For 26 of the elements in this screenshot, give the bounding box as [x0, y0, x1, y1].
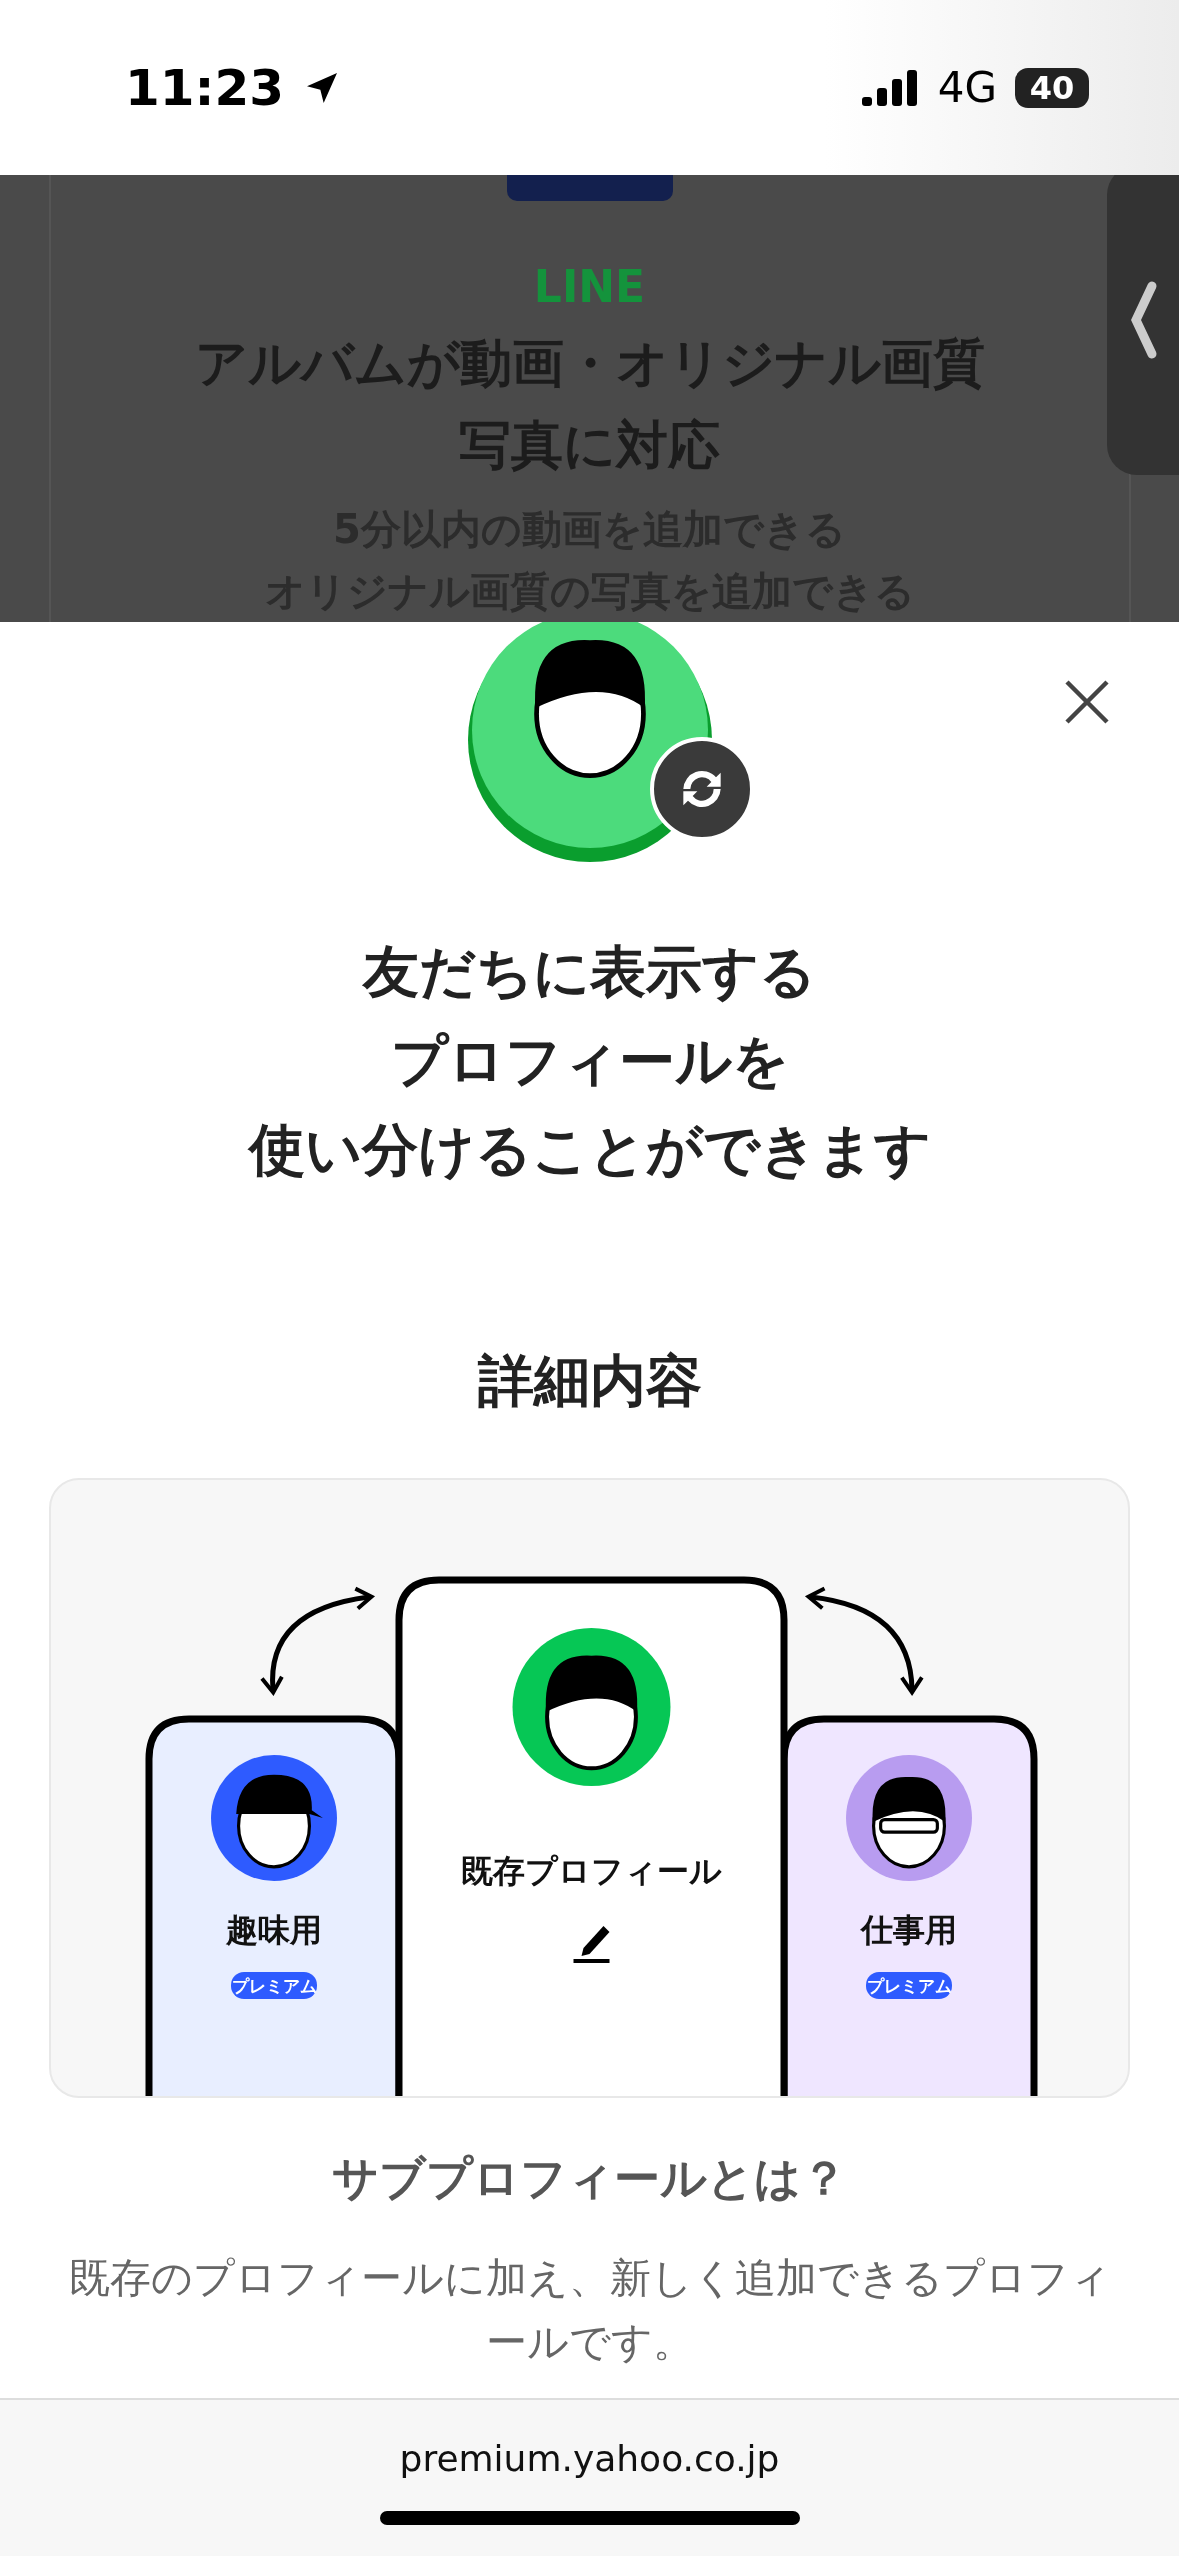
person-icon — [872, 1777, 946, 1869]
battery-indicator: 40 — [1015, 67, 1089, 108]
subheading: サブプロフィールとは？ — [332, 2150, 847, 2207]
status-time: 11:23 — [125, 58, 285, 117]
profile-label: 仕事用 — [861, 1911, 957, 1949]
person-icon — [545, 1655, 638, 1771]
network-label: 4G — [937, 63, 997, 112]
double-arrow-icon — [806, 1586, 924, 1695]
profile-label: 趣味用 — [226, 1911, 322, 1949]
premium-badge: プレミアム — [866, 1972, 952, 1999]
sheet-heading: プロフィールを — [390, 1027, 789, 1095]
side-handle[interactable] — [1107, 175, 1179, 475]
person-icon — [236, 1774, 323, 1869]
sheet-heading: 友だちに表示する — [363, 938, 816, 1006]
sheet-heading: 使い分けることができます — [248, 1116, 931, 1184]
double-arrow-icon — [260, 1587, 374, 1695]
description-paragraph: 既存のプロフィールに加え、新しく追加できるプロフィールです。 — [67, 2253, 1112, 2368]
close-icon — [1064, 679, 1110, 725]
signal-icon — [861, 69, 920, 106]
profile-label: 既存プロフィール — [461, 1852, 722, 1890]
chevron-left-icon — [1128, 280, 1158, 360]
url-label[interactable]: premium.yahoo.co.jp — [399, 2438, 780, 2479]
premium-badge: プレミアム — [231, 1972, 317, 1999]
brand-label: LINE — [533, 260, 646, 312]
section-title: 詳細内容 — [477, 1347, 702, 1415]
pencil-icon — [573, 1926, 610, 1963]
